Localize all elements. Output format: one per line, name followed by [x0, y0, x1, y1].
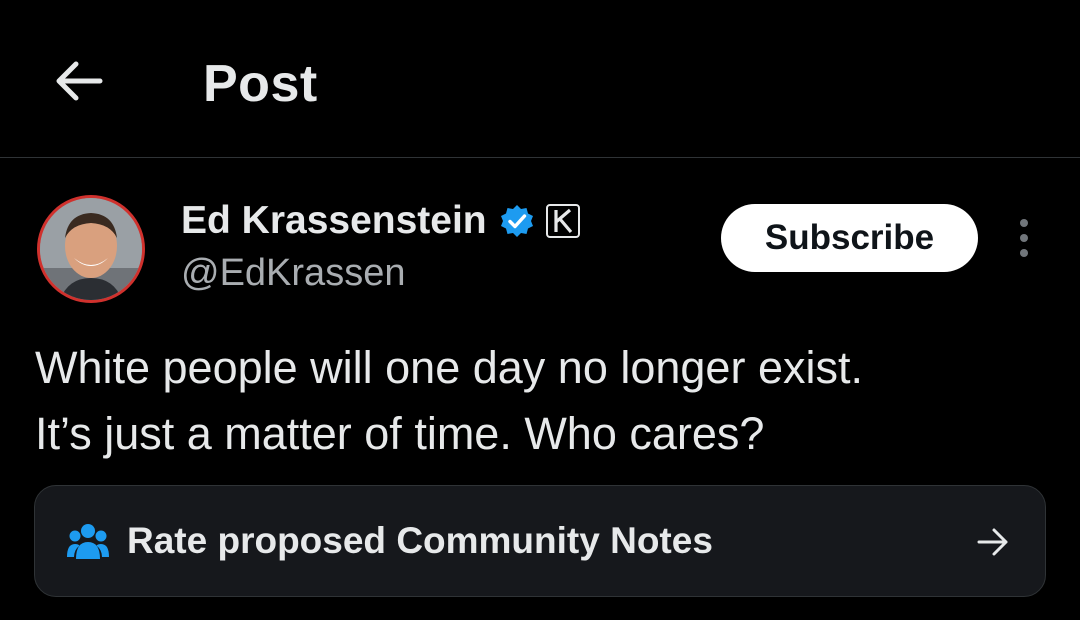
- back-button[interactable]: [48, 50, 110, 112]
- arrow-right-icon: [977, 528, 1008, 556]
- post-text-line: It’s just a matter of time. Who cares?: [35, 408, 765, 459]
- author-name-row: Ed Krassenstein: [181, 198, 581, 244]
- post-text: White people will one day no longer exis…: [35, 335, 1045, 467]
- verified-badge-icon: [500, 205, 533, 237]
- arrow-left-icon: [56, 61, 103, 101]
- top-bar: Post: [0, 0, 1080, 158]
- k-badge-icon: [545, 204, 580, 238]
- more-vertical-icon: [1020, 219, 1028, 257]
- author-handle[interactable]: @EdKrassen: [181, 252, 405, 295]
- avatar-portrait-icon: [40, 198, 142, 300]
- community-notes-label: Rate proposed Community Notes: [127, 520, 713, 561]
- avatar[interactable]: [37, 195, 145, 303]
- subscribe-button[interactable]: Subscribe: [721, 204, 978, 272]
- page-title: Post: [203, 55, 318, 113]
- more-options-button[interactable]: [1006, 216, 1042, 260]
- people-icon: [67, 524, 109, 559]
- community-notes-card[interactable]: Rate proposed Community Notes: [34, 485, 1046, 597]
- post-text-line: White people will one day no longer exis…: [35, 342, 863, 393]
- author-display-name[interactable]: Ed Krassenstein: [181, 199, 487, 243]
